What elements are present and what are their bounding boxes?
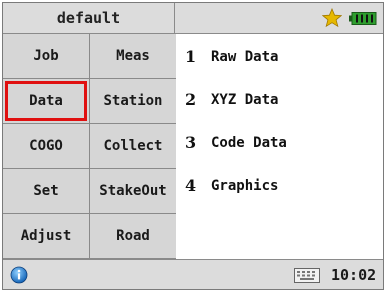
- data-submenu: 1 Raw Data 2 XYZ Data 3 Code Data 4 Grap…: [185, 47, 287, 219]
- submenu-item-label: Raw Data: [211, 49, 279, 65]
- star-icon: [322, 8, 342, 28]
- submenu-item-number: 4: [185, 176, 197, 195]
- meas-button[interactable]: Meas: [90, 34, 176, 78]
- status-bar: 10:02: [3, 259, 383, 289]
- submenu-item-xyz-data[interactable]: 2 XYZ Data: [185, 90, 287, 133]
- road-button[interactable]: Road: [90, 214, 176, 258]
- submenu-item-label: Graphics: [211, 178, 279, 194]
- submenu-item-label: Code Data: [211, 135, 287, 151]
- set-button[interactable]: Set: [3, 169, 89, 213]
- submenu-item-raw-data[interactable]: 1 Raw Data: [185, 47, 287, 90]
- station-button[interactable]: Station: [90, 79, 176, 123]
- app-window: default Job Meas Data Station COGO Colle…: [2, 2, 384, 290]
- submenu-item-code-data[interactable]: 3 Code Data: [185, 133, 287, 176]
- data-button[interactable]: Data: [3, 79, 89, 123]
- submenu-item-graphics[interactable]: 4 Graphics: [185, 176, 287, 219]
- clock: 10:02: [331, 266, 377, 284]
- cogo-button[interactable]: COGO: [3, 124, 89, 168]
- keyboard-icon[interactable]: [294, 268, 320, 283]
- collect-button[interactable]: Collect: [90, 124, 176, 168]
- submenu-item-number: 3: [185, 133, 197, 152]
- adjust-button[interactable]: Adjust: [3, 214, 89, 258]
- stakeout-button[interactable]: StakeOut: [90, 169, 176, 213]
- profile-title: default: [3, 3, 175, 33]
- battery-icon: [349, 12, 377, 25]
- submenu-item-label: XYZ Data: [211, 92, 279, 108]
- title-bar: default: [3, 3, 383, 34]
- main-menu-grid: Job Meas Data Station COGO Collect Set S…: [3, 34, 176, 259]
- submenu-item-number: 1: [185, 47, 197, 66]
- job-button[interactable]: Job: [3, 34, 89, 78]
- submenu-item-number: 2: [185, 90, 197, 109]
- info-icon[interactable]: [10, 266, 28, 284]
